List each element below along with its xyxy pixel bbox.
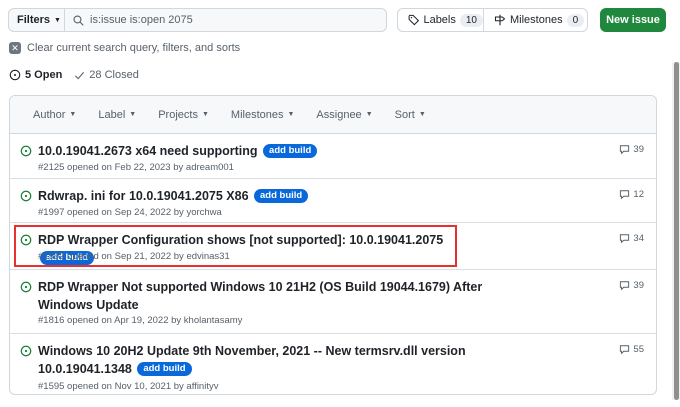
label-filter-label: Label	[98, 108, 126, 121]
milestone-icon	[494, 14, 506, 26]
chevron-down-icon: ▼	[287, 111, 295, 118]
issue-open-icon	[9, 69, 21, 81]
issue-comments[interactable]: 39	[619, 280, 644, 291]
chevron-down-icon: ▼	[418, 111, 426, 118]
chevron-down-icon: ▼	[129, 111, 137, 118]
comment-count: 34	[633, 233, 644, 244]
comment-icon	[620, 345, 630, 355]
chevron-down-icon: ▼	[201, 111, 209, 118]
issue-comments[interactable]: 39	[619, 144, 644, 155]
milestones-filter-label: Milestones	[230, 108, 284, 121]
issue-title: Rdwrap. ini for 10.0.19041.2075 X86 add …	[38, 187, 488, 205]
assignee-filter-label: Assignee	[316, 108, 362, 121]
comment-icon	[620, 281, 630, 291]
issue-label[interactable]: add build	[254, 189, 309, 203]
issue-row: RDP Wrapper Not supported Windows 10 21H…	[10, 270, 656, 334]
comment-count: 12	[633, 189, 644, 200]
issue-title: Windows 10 20H2 Update 9th November, 202…	[38, 342, 488, 378]
clear-filters-text: Clear current search query, filters, and…	[27, 42, 241, 54]
issue-row: 10.0.19041.2673 x64 need supporting add …	[10, 134, 656, 179]
sort-filter[interactable]: Sort ▼	[395, 109, 426, 121]
issue-comments[interactable]: 34	[619, 233, 644, 244]
issue-open-icon	[20, 281, 32, 293]
projects-filter[interactable]: Projects ▼	[158, 109, 209, 121]
filters-button[interactable]: Filters ▼	[8, 8, 64, 32]
milestones-label: Milestones	[510, 14, 563, 26]
issue-title: 10.0.19041.2673 x64 need supporting add …	[38, 142, 488, 160]
highlight-annotation-box	[14, 225, 457, 267]
issue-open-icon	[20, 345, 32, 357]
issue-title-link[interactable]: Rdwrap. ini for 10.0.19041.2075 X86	[38, 189, 249, 203]
chevron-down-icon: ▼	[365, 111, 373, 118]
issue-title-link[interactable]: RDP Wrapper Not supported Windows 10 21H…	[38, 280, 482, 312]
projects-filter-label: Projects	[158, 108, 198, 121]
issue-title: RDP Wrapper Not supported Windows 10 21H…	[38, 278, 488, 314]
issue-title-link[interactable]: 10.0.19041.2673 x64 need supporting	[38, 144, 258, 158]
milestones-filter[interactable]: Milestones ▼	[231, 109, 295, 121]
closed-issues-tab[interactable]: 28 Closed	[74, 69, 139, 81]
issue-meta: #1595 opened on Nov 10, 2021 by affinity…	[38, 381, 219, 392]
search-field[interactable]	[64, 8, 387, 32]
open-count-label: 5 Open	[25, 69, 63, 81]
check-icon	[75, 71, 85, 79]
issue-open-icon	[20, 145, 32, 157]
scrollbar-thumb[interactable]	[674, 62, 679, 400]
filters-label: Filters	[17, 14, 51, 26]
author-filter[interactable]: Author ▼	[33, 109, 76, 121]
assignee-filter[interactable]: Assignee ▼	[316, 109, 372, 121]
labels-button[interactable]: Labels 10	[397, 8, 483, 32]
tag-icon	[408, 14, 420, 26]
sort-filter-label: Sort	[394, 108, 415, 121]
issue-state-toggle: 5 Open 28 Closed	[9, 69, 139, 81]
label-filter[interactable]: Label ▼	[98, 109, 136, 121]
new-issue-button[interactable]: New issue	[600, 8, 666, 32]
clear-filters-link[interactable]: ✕ Clear current search query, filters, a…	[9, 42, 240, 54]
issue-label[interactable]: add build	[137, 362, 192, 376]
comment-icon	[620, 234, 630, 244]
issue-meta: #1997 opened on Sep 24, 2022 by yorchwa	[38, 207, 222, 218]
issue-meta: #2125 opened on Feb 22, 2023 by adream00…	[38, 162, 234, 173]
issue-label[interactable]: add build	[263, 144, 318, 158]
author-filter-label: Author	[33, 108, 66, 121]
issue-open-icon	[20, 190, 32, 202]
chevron-down-icon: ▼	[54, 16, 61, 24]
comment-count: 55	[633, 344, 644, 355]
issues-toolbar: Filters ▼ Labels 10 Milestones 0 New iss…	[8, 8, 666, 32]
issue-title-link[interactable]: Windows 10 20H2 Update 9th November, 202…	[38, 344, 466, 376]
chevron-down-icon: ▼	[69, 111, 77, 118]
issue-comments[interactable]: 55	[619, 344, 644, 355]
issue-row: Windows 10 20H2 Update 9th November, 202…	[10, 334, 656, 394]
open-issues-tab[interactable]: 5 Open	[9, 69, 62, 81]
issue-row: Rdwrap. ini for 10.0.19041.2075 X86 add …	[10, 179, 656, 223]
issue-comments[interactable]: 12	[619, 189, 644, 200]
milestones-button[interactable]: Milestones 0	[483, 8, 588, 32]
comment-count: 39	[633, 280, 644, 291]
issues-list-header: Author ▼ Label ▼ Projects ▼ Milestones ▼ Ass…	[10, 96, 656, 134]
comment-icon	[620, 145, 630, 155]
issue-meta: #1816 opened on Apr 19, 2022 by kholanta…	[38, 315, 243, 326]
comment-count: 39	[633, 144, 644, 155]
comment-icon	[620, 190, 630, 200]
closed-count-label: 28 Closed	[89, 69, 139, 81]
labels-count: 10	[459, 13, 483, 27]
labels-label: Labels	[423, 14, 456, 26]
milestones-count: 0	[566, 13, 585, 27]
search-input[interactable]	[90, 14, 370, 26]
close-icon: ✕	[9, 42, 21, 54]
search-icon	[73, 14, 84, 26]
